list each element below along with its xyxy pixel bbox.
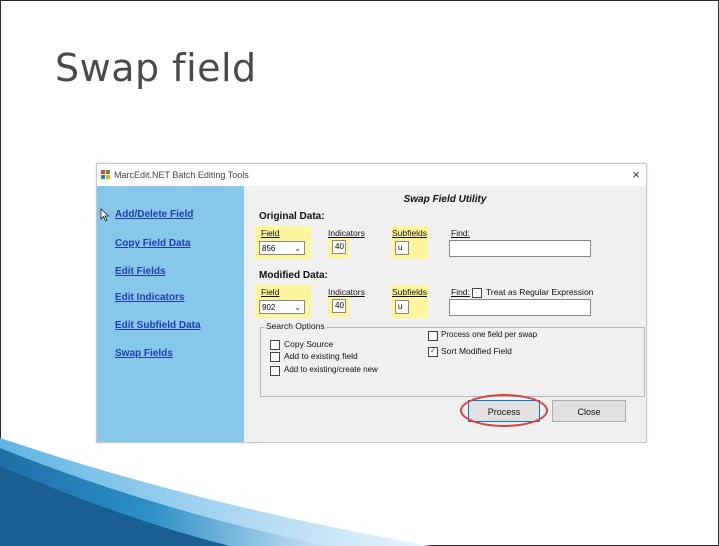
close-icon[interactable]: × [632, 167, 640, 182]
original-field-label: Field [261, 228, 280, 238]
slide-swoosh-decoration [0, 438, 430, 546]
sort-modified-checkbox[interactable]: ✓ [428, 347, 438, 357]
sidebar-item-edit-indicators[interactable]: Edit Indicators [115, 292, 184, 303]
add-existing-label: Add to existing field [284, 351, 358, 361]
sidebar: Add/Delete Field Copy Field Data Edit Fi… [97, 186, 244, 442]
one-per-swap-label: Process one field per swap [441, 330, 538, 339]
modified-field-label: Field [261, 287, 280, 297]
dialog-titlebar: MarcEdit.NET Batch Editing Tools × [97, 164, 646, 186]
original-find-input[interactable] [449, 240, 591, 257]
original-indicators-input[interactable]: 40 [332, 240, 346, 254]
modified-subfields-label: Subfields [392, 287, 427, 297]
mouse-cursor-icon [100, 208, 110, 222]
original-find-label: Find: [451, 228, 470, 238]
swap-field-panel: Swap Field Utility Original Data: Field … [244, 186, 646, 442]
add-existing-checkbox[interactable] [270, 352, 280, 362]
original-indicators-label: Indicators [328, 228, 365, 238]
modified-field-value: 902 [262, 303, 276, 312]
sidebar-item-edit-subfield-data[interactable]: Edit Subfield Data [115, 320, 201, 331]
original-field-select[interactable]: 856 ⌄ [259, 241, 305, 255]
modified-find-label: Find: [451, 287, 470, 297]
copy-source-label: Copy Source [284, 339, 334, 349]
search-options-legend: Search Options [264, 321, 327, 331]
regex-checkbox[interactable] [472, 288, 482, 298]
original-subfields-label: Subfields [392, 228, 427, 238]
add-create-label: Add to existing/create new [284, 365, 378, 374]
dialog-title: MarcEdit.NET Batch Editing Tools [114, 170, 249, 180]
chevron-down-icon: ⌄ [294, 244, 301, 253]
regex-label: Treat as Regular Expression [486, 287, 594, 297]
copy-source-checkbox[interactable] [270, 340, 280, 350]
sidebar-item-swap-fields[interactable]: Swap Fields [115, 348, 173, 359]
app-icon [101, 170, 110, 179]
slide-title: Swap field [55, 46, 257, 90]
sort-modified-label: Sort Modified Field [441, 346, 512, 356]
chevron-down-icon: ⌄ [294, 303, 301, 312]
close-button[interactable]: Close [552, 400, 626, 422]
original-subfields-input[interactable]: u [395, 241, 409, 255]
one-per-swap-checkbox[interactable] [428, 331, 438, 341]
sidebar-item-copy-field-data[interactable]: Copy Field Data [115, 238, 191, 249]
modified-find-input[interactable] [449, 299, 591, 316]
process-highlight-annotation [460, 394, 548, 427]
original-data-label: Original Data: [259, 211, 325, 222]
add-create-checkbox[interactable] [270, 366, 280, 376]
batch-editing-dialog: MarcEdit.NET Batch Editing Tools × Add/D… [96, 163, 647, 443]
modified-indicators-input[interactable]: 40 [332, 299, 346, 313]
utility-title: Swap Field Utility [403, 194, 487, 205]
sidebar-item-edit-fields[interactable]: Edit Fields [115, 266, 166, 277]
modified-data-label: Modified Data: [259, 270, 328, 281]
sidebar-item-add-delete-field[interactable]: Add/Delete Field [115, 209, 193, 220]
modified-subfields-input[interactable]: u [395, 300, 409, 314]
modified-indicators-label: Indicators [328, 287, 365, 297]
modified-field-select[interactable]: 902 ⌄ [259, 300, 305, 314]
original-field-value: 856 [262, 244, 276, 253]
